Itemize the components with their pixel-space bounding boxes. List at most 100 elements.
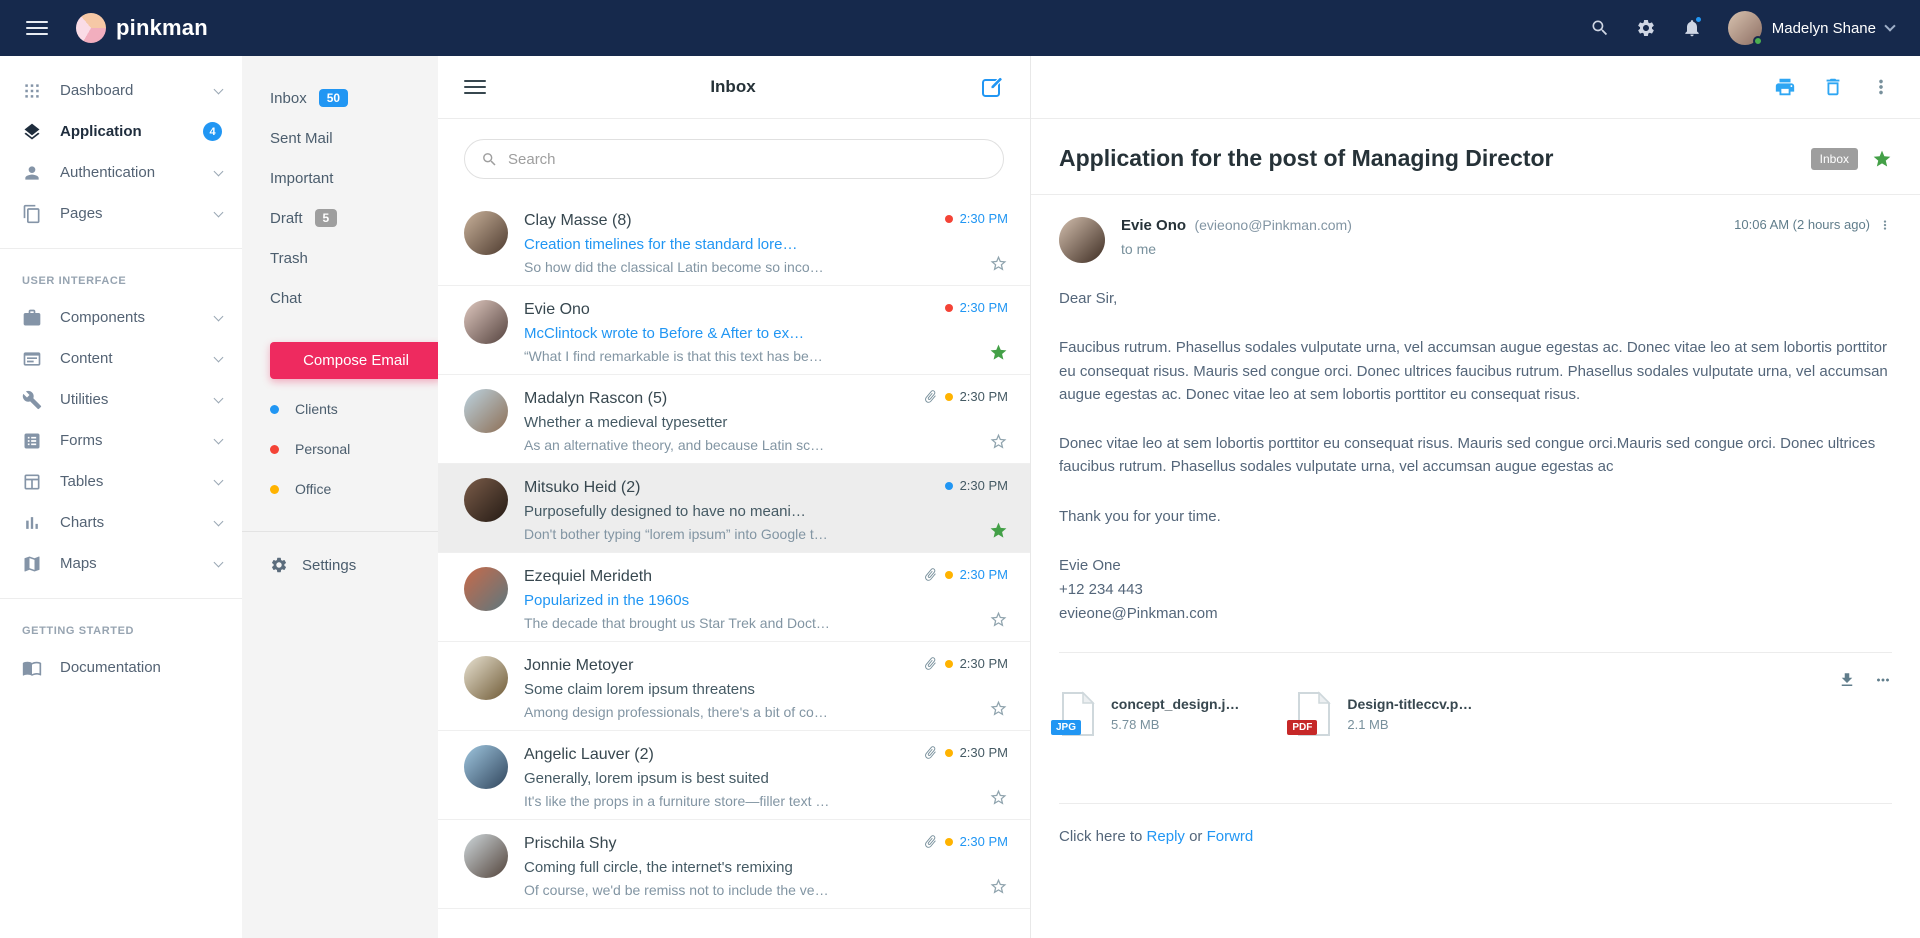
brand[interactable]: pinkman bbox=[76, 13, 208, 43]
attachments-section: JPG concept_design.j… 5.78 MB PDF Design… bbox=[1059, 652, 1892, 777]
sidebar-item-authentication[interactable]: Authentication bbox=[0, 152, 242, 193]
label-text: Personal bbox=[295, 441, 350, 457]
bar-chart-icon bbox=[22, 513, 42, 533]
more-vert-icon[interactable] bbox=[1870, 76, 1892, 98]
star-icon[interactable] bbox=[989, 610, 1008, 629]
folder-label: Inbox bbox=[270, 90, 307, 107]
file-icon: PDF bbox=[1295, 691, 1333, 737]
brand-logo-icon bbox=[76, 13, 106, 43]
sidebar-item-maps[interactable]: Maps bbox=[0, 543, 242, 584]
table-icon bbox=[22, 472, 42, 492]
email-subject: McClintock wrote to Before & After to ex… bbox=[524, 325, 945, 342]
email-row[interactable]: Angelic Lauver (2) Generally, lorem ipsu… bbox=[438, 731, 1030, 820]
email-row[interactable]: Clay Masse (8) Creation timelines for th… bbox=[438, 197, 1030, 286]
compose-email-button[interactable]: Compose Email bbox=[270, 342, 442, 379]
avatar bbox=[464, 745, 508, 789]
email-row[interactable]: Ezequiel Merideth Popularized in the 196… bbox=[438, 553, 1030, 642]
print-icon[interactable] bbox=[1774, 76, 1796, 98]
status-dot bbox=[945, 393, 953, 401]
gear-icon[interactable] bbox=[1636, 18, 1656, 38]
person-icon bbox=[22, 163, 42, 183]
search-input[interactable] bbox=[508, 151, 987, 168]
paperclip-icon bbox=[920, 653, 941, 674]
email-subject: Coming full circle, the internet's remix… bbox=[524, 859, 923, 876]
star-icon[interactable] bbox=[989, 521, 1008, 540]
star-icon[interactable] bbox=[989, 254, 1008, 273]
star-icon[interactable] bbox=[989, 432, 1008, 451]
detail-sender-email: (evieono@Pinkman.com) bbox=[1194, 217, 1351, 233]
status-dot bbox=[945, 571, 953, 579]
email-time: 2:30 PM bbox=[960, 567, 1008, 582]
folder-important[interactable]: Important bbox=[242, 158, 438, 198]
map-icon bbox=[22, 554, 42, 574]
star-icon[interactable] bbox=[989, 788, 1008, 807]
attachment-jpg[interactable]: JPG concept_design.j… 5.78 MB bbox=[1059, 691, 1239, 737]
sidebar-item-dashboard[interactable]: Dashboard bbox=[0, 70, 242, 111]
email-preview: It's like the props in a furniture store… bbox=[524, 793, 923, 809]
sidebar-item-utilities[interactable]: Utilities bbox=[0, 379, 242, 420]
attachment-name: concept_design.j… bbox=[1111, 696, 1239, 712]
sender-name: Ezequiel Merideth bbox=[524, 568, 923, 586]
email-row[interactable]: Prischila Shy Coming full circle, the in… bbox=[438, 820, 1030, 909]
label-clients[interactable]: Clients bbox=[242, 389, 438, 429]
email-detail-panel: Application for the post of Managing Dir… bbox=[1031, 56, 1920, 938]
folder-label: Chat bbox=[270, 290, 302, 307]
email-row[interactable]: Evie Ono McClintock wrote to Before & Af… bbox=[438, 286, 1030, 375]
folder-draft[interactable]: Draft 5 bbox=[242, 198, 438, 238]
folder-badge: Inbox bbox=[1811, 148, 1858, 170]
compose-edit-icon[interactable] bbox=[980, 75, 1004, 99]
forward-link[interactable]: Forwrd bbox=[1207, 828, 1254, 845]
star-icon[interactable] bbox=[989, 343, 1008, 362]
email-row-selected[interactable]: Mitsuko Heid (2) Purposefully designed t… bbox=[438, 464, 1030, 553]
sidebar-item-tables[interactable]: Tables bbox=[0, 461, 242, 502]
chevron-down-icon bbox=[214, 84, 224, 94]
chevron-down-icon bbox=[214, 434, 224, 444]
download-all-icon[interactable] bbox=[1838, 671, 1856, 689]
attachment-pdf[interactable]: PDF Design-titleccv.p… 2.1 MB bbox=[1295, 691, 1472, 737]
starred-icon[interactable] bbox=[1872, 149, 1892, 169]
mail-folder-sidebar: Inbox 50 Sent Mail Important Draft 5 Tra… bbox=[242, 56, 438, 938]
sender-name: Prischila Shy bbox=[524, 835, 923, 853]
folder-chat[interactable]: Chat bbox=[242, 278, 438, 318]
trash-icon[interactable] bbox=[1822, 76, 1844, 98]
label-office[interactable]: Office bbox=[242, 469, 438, 509]
sidebar-item-pages[interactable]: Pages bbox=[0, 193, 242, 234]
avatar bbox=[464, 834, 508, 878]
sidebar-item-charts[interactable]: Charts bbox=[0, 502, 242, 543]
folder-label: Draft bbox=[270, 210, 303, 227]
divider bbox=[242, 531, 438, 532]
brand-name: pinkman bbox=[116, 15, 208, 41]
bell-icon[interactable] bbox=[1682, 18, 1702, 38]
email-preview: Don't bother typing “lorem ipsum” into G… bbox=[524, 526, 945, 542]
briefcase-icon bbox=[22, 308, 42, 328]
sidebar-item-content[interactable]: Content bbox=[0, 338, 242, 379]
email-row[interactable]: Madalyn Rascon (5) Whether a medieval ty… bbox=[438, 375, 1030, 464]
tools-icon bbox=[22, 390, 42, 410]
reply-link[interactable]: Reply bbox=[1147, 828, 1185, 845]
star-icon[interactable] bbox=[989, 877, 1008, 896]
sender-name: Madalyn Rascon (5) bbox=[524, 390, 923, 408]
attachment-name: Design-titleccv.p… bbox=[1347, 696, 1472, 712]
user-menu[interactable]: Madelyn Shane bbox=[1728, 11, 1894, 45]
chevron-down-icon bbox=[214, 352, 224, 362]
list-hamburger-icon[interactable] bbox=[464, 76, 486, 98]
sidebar-item-forms[interactable]: Forms bbox=[0, 420, 242, 461]
folder-sent-mail[interactable]: Sent Mail bbox=[242, 118, 438, 158]
sidebar-item-label: Forms bbox=[60, 432, 215, 449]
status-dot bbox=[945, 838, 953, 846]
paperclip-icon bbox=[920, 386, 941, 407]
more-horiz-icon[interactable] bbox=[1874, 671, 1892, 689]
nav-hamburger-icon[interactable] bbox=[26, 17, 48, 39]
star-icon[interactable] bbox=[989, 699, 1008, 718]
folder-trash[interactable]: Trash bbox=[242, 238, 438, 278]
email-row[interactable]: Jonnie Metoyer Some claim lorem ipsum th… bbox=[438, 642, 1030, 731]
settings-item[interactable]: Settings bbox=[242, 544, 438, 586]
sidebar-item-documentation[interactable]: Documentation bbox=[0, 647, 242, 688]
sidebar-item-components[interactable]: Components bbox=[0, 297, 242, 338]
folder-inbox[interactable]: Inbox 50 bbox=[242, 78, 438, 118]
label-personal[interactable]: Personal bbox=[242, 429, 438, 469]
chevron-down-icon bbox=[214, 166, 224, 176]
sidebar-item-application[interactable]: Application 4 bbox=[0, 111, 242, 152]
search-icon[interactable] bbox=[1590, 18, 1610, 38]
more-vert-icon[interactable] bbox=[1878, 218, 1892, 232]
